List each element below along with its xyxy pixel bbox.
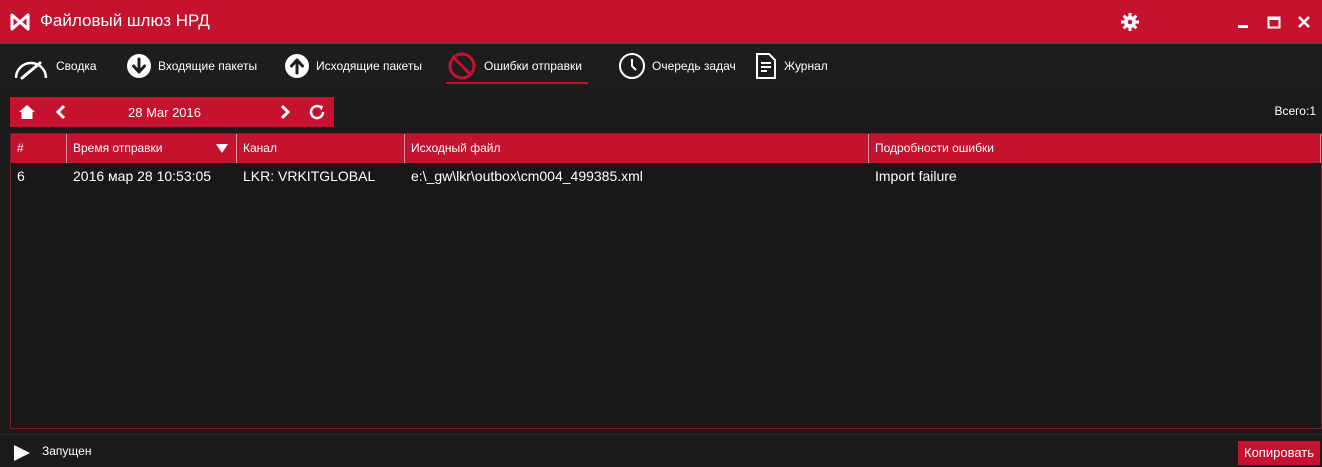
current-date: 28 Mar 2016 (128, 105, 201, 120)
nav-bar: Сводка Входящие пакеты Исходящие пакеты … (0, 44, 1322, 88)
refresh-button[interactable] (304, 97, 330, 127)
nav-item-journal[interactable]: Журнал (754, 44, 828, 88)
chevron-left-icon (55, 104, 66, 120)
title-bar: Файловый шлюз НРД (0, 0, 1322, 44)
cell-error-details: Import failure (875, 168, 957, 184)
column-label: Исходный файл (411, 141, 501, 155)
table-row[interactable]: 6 2016 мар 28 10:53:05 LKR: VRKITGLOBAL … (11, 165, 1321, 187)
arrow-down-circle-icon (127, 54, 151, 78)
nav-item-incoming[interactable]: Входящие пакеты (126, 44, 257, 88)
column-header-number[interactable]: # (11, 134, 67, 163)
nav-item-summary[interactable]: Сводка (12, 44, 97, 88)
prohibited-icon (448, 52, 476, 80)
cell-send-time: 2016 мар 28 10:53:05 (73, 168, 212, 184)
column-label: Канал (243, 141, 277, 155)
send-errors-table: # Время отправки Канал Исходный файл Под… (10, 133, 1322, 429)
close-button[interactable] (1292, 10, 1316, 34)
gear-icon[interactable] (1120, 12, 1140, 32)
nav-item-label: Входящие пакеты (158, 59, 258, 73)
prev-date-button[interactable] (50, 97, 72, 127)
column-label: Подробности ошибки (875, 141, 994, 155)
column-header-channel[interactable]: Канал (237, 134, 405, 163)
column-header-source-file[interactable]: Исходный файл (405, 134, 869, 163)
clock-icon (619, 53, 645, 79)
status-bar: Запущен Копировать (0, 434, 1322, 467)
cell-channel: LKR: VRKITGLOBAL (243, 168, 376, 184)
chevron-right-icon (280, 104, 291, 120)
total-label: Всего: (1274, 104, 1310, 118)
column-label: Время отправки (73, 141, 163, 155)
column-label: # (17, 141, 24, 155)
arrow-up-circle-icon (285, 54, 309, 78)
nav-item-send-errors[interactable]: Ошибки отправки (446, 44, 588, 88)
minimize-button[interactable] (1232, 10, 1256, 34)
date-toolbar: 28 Mar 2016 (10, 97, 334, 127)
next-date-button[interactable] (274, 97, 296, 127)
home-icon (19, 105, 35, 119)
home-button[interactable] (14, 97, 40, 127)
nav-item-outgoing[interactable]: Исходящие пакеты (284, 44, 422, 88)
gauge-icon (14, 61, 48, 80)
status-text: Запущен (42, 444, 92, 458)
app-logo-icon (10, 13, 30, 31)
maximize-button[interactable] (1262, 10, 1286, 34)
total-value: 1 (1309, 104, 1316, 118)
document-icon (756, 53, 776, 79)
refresh-icon (309, 104, 325, 120)
nav-item-task-queue[interactable]: Очередь задач (618, 44, 736, 88)
table-header: # Время отправки Канал Исходный файл Под… (11, 134, 1321, 163)
nav-item-label: Очередь задач (652, 59, 736, 73)
nav-item-label: Исходящие пакеты (316, 59, 422, 73)
sort-desc-icon (216, 144, 228, 153)
nav-item-label: Сводка (56, 59, 97, 73)
cell-source-file: e:\_gw\lkr\outbox\cm004_499385.xml (411, 168, 643, 184)
nav-item-label: Журнал (784, 59, 828, 73)
total-count: Всего:1 (1275, 104, 1317, 118)
column-header-send-time[interactable]: Время отправки (67, 134, 237, 163)
app-title: Файловый шлюз НРД (40, 11, 210, 30)
column-header-error-details[interactable]: Подробности ошибки (869, 134, 1321, 163)
copy-button[interactable]: Копировать (1238, 441, 1320, 465)
cell-number: 6 (17, 168, 25, 184)
play-icon[interactable] (12, 444, 32, 462)
nav-item-label: Ошибки отправки (484, 59, 582, 73)
